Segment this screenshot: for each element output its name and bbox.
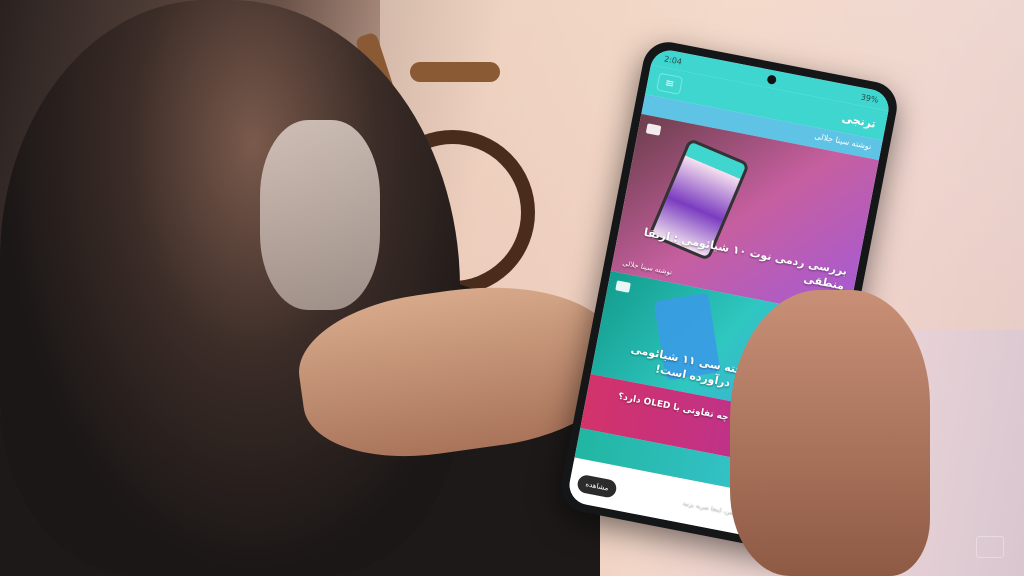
- app-title: ترنجی: [840, 110, 877, 131]
- comment-icon: [645, 123, 662, 136]
- status-battery: 39%: [860, 92, 880, 105]
- comment-icon: [615, 280, 631, 293]
- toy-bike-seat: [410, 62, 500, 82]
- person-head: [0, 0, 460, 576]
- right-hand: [730, 290, 930, 576]
- menu-icon[interactable]: ≡: [656, 72, 684, 95]
- watermark-logo: [976, 536, 1004, 558]
- face-mask: [260, 120, 380, 310]
- status-time: 2:04: [663, 53, 683, 67]
- view-button[interactable]: مشاهده: [576, 473, 618, 499]
